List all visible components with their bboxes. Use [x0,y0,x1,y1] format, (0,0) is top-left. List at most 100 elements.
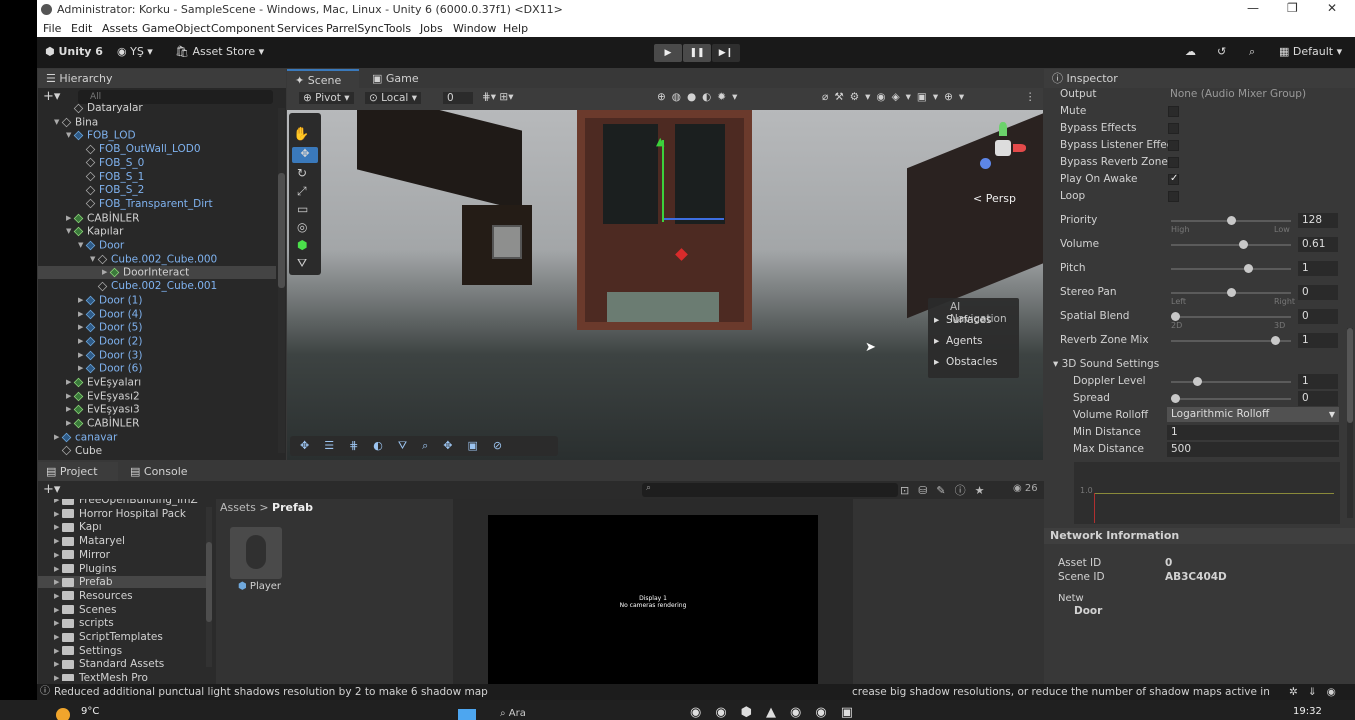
step-button[interactable]: ▶❙ [712,44,740,62]
hierarchy-row[interactable]: ▶ DoorInteract [38,266,276,280]
hierarchy-row[interactable]: ▼ FOB_LOD [38,129,276,142]
hierarchy-row[interactable]: ▶ CABİNLER [38,417,276,430]
play-button[interactable]: ▶ [654,44,682,62]
project-search-input[interactable]: ⌕ [642,483,898,497]
menu-component[interactable]: Component [211,22,275,35]
spread-slider[interactable] [1171,394,1291,403]
hierarchy-row[interactable]: ▶ canavar [38,431,276,444]
spread-field[interactable]: 0 [1298,391,1338,406]
doppler-slider-knob[interactable] [1193,377,1203,386]
slider-value-field[interactable]: 1 [1298,261,1338,276]
slider-knob[interactable] [1171,312,1180,321]
unity-version-button[interactable]: ⬢ Unity 6 [45,45,103,58]
expand-arrow-icon[interactable]: ▼ [66,225,74,238]
pause-button[interactable]: ❚❚ [683,44,711,62]
player-asset-thumbnail[interactable] [230,527,282,579]
folder-scroll-thumb[interactable] [206,542,212,622]
hand-tool-icon[interactable]: ✋ [293,127,309,142]
hierarchy-row[interactable]: ▼ Cube.002_Cube.000 [38,253,276,266]
slider-track[interactable] [1171,336,1291,345]
folder-expand-icon[interactable]: ▶ [54,523,62,531]
maximize-icon[interactable]: ❐ [1287,1,1298,15]
scene-more-icon[interactable]: ⋮ [1025,91,1036,103]
project-folder-item[interactable]: ▶ Mirror [38,549,206,561]
hierarchy-row[interactable]: ▶ Door (6) [38,362,276,375]
project-folder-item[interactable]: ▶ Resources [38,590,206,602]
tab-hierarchy[interactable]: ☰ Hierarchy [38,69,286,88]
move-gizmo-y-arrow[interactable]: ▲ [656,135,664,148]
account-button[interactable]: ◉ YŞ ▾ [117,45,153,58]
menu-edit[interactable]: Edit [71,22,92,35]
nav-tool-icon[interactable]: ⛛ [297,256,307,271]
slider-knob[interactable] [1226,216,1236,225]
menu-window[interactable]: Window [453,22,496,35]
folder-expand-icon[interactable]: ▶ [54,565,62,573]
collapse-arrow-icon[interactable]: ▶ [78,362,86,375]
persp-label[interactable]: < Persp [973,192,1016,205]
scale-tool-icon[interactable]: ⤢ [297,184,307,199]
project-add-icon[interactable]: +▾ [43,482,60,497]
slider-track[interactable] [1171,240,1291,249]
menu-file[interactable]: File [43,22,61,35]
spread-slider-knob[interactable] [1171,394,1180,403]
slider-track[interactable] [1171,312,1291,321]
collapse-arrow-icon[interactable]: ▶ [66,403,74,416]
inspector-scroll-thumb[interactable] [1347,328,1353,423]
start-icon[interactable] [458,709,476,720]
scene-draw-mode-icons[interactable]: ⊕◍●◐✹▾ [657,91,743,103]
snap-increment-field[interactable]: 0 [443,92,473,104]
gizmo-y-cone[interactable] [999,122,1007,136]
hierarchy-row[interactable]: FOB_Transparent_Dirt [38,198,276,211]
hierarchy-row[interactable]: ▶ EvEşyaları [38,376,276,389]
folder-expand-icon[interactable]: ▶ [54,606,62,614]
gizmo-x-cone[interactable] [1013,144,1026,152]
project-filter-icons[interactable]: ⊡⛁✎ⓘ★ [900,482,994,498]
player-asset-label[interactable]: ⬢ Player [238,581,281,592]
toggle-checkbox[interactable] [1168,191,1179,202]
weather-icon[interactable] [56,708,70,720]
folder-expand-icon[interactable]: ▶ [54,633,62,641]
project-folder-item[interactable]: ▶ ScriptTemplates [38,631,206,643]
tab-scene[interactable]: ✦ Scene [287,69,359,88]
folder-expand-icon[interactable]: ▶ [54,660,62,668]
menu-services[interactable]: Services [277,22,323,35]
minimize-icon[interactable]: — [1247,1,1259,15]
close-icon[interactable]: ✕ [1327,1,1337,15]
hierarchy-scrollbar[interactable] [278,108,285,453]
transform-tool-icon[interactable]: ◎ [297,220,307,234]
hierarchy-row[interactable]: FOB_S_2 [38,184,276,197]
slider-track[interactable] [1171,216,1291,225]
grid-snap-icon[interactable]: ⋕▾ ⊞▾ [482,91,513,103]
slider-knob[interactable] [1226,288,1236,297]
slider-knob[interactable] [1244,264,1254,273]
ai-nav-agents[interactable]: ▸ Agents [934,335,983,347]
slider-track[interactable] [1171,264,1291,273]
hierarchy-row[interactable]: ▶ Door (5) [38,321,276,334]
pivot-dropdown[interactable]: ⊕ Pivot ▾ [299,92,354,104]
hierarchy-row[interactable]: ▼ Bina [38,116,276,129]
folder-expand-icon[interactable]: ▶ [54,674,62,681]
folder-scrollbar[interactable] [206,507,212,667]
project-folder-item[interactable]: ▶ scripts [38,617,206,629]
breadcrumb-prefab[interactable]: Prefab [272,501,313,514]
folder-expand-icon[interactable]: ▶ [54,537,62,545]
custom-tool-icon[interactable]: ⬢ [297,238,307,252]
tab-game[interactable]: ▣ Game [364,69,424,88]
hierarchy-row[interactable]: Dataryalar [38,102,276,115]
project-folder-item[interactable]: ▶ Kapı [38,521,206,533]
project-folder-item[interactable]: ▶ Standard Assets [38,658,206,670]
menu-help[interactable]: Help [503,22,528,35]
tab-console[interactable]: ▤ Console [122,462,202,481]
max-distance-field[interactable]: 500 [1167,442,1339,457]
scene-view-options-icons[interactable]: ⌀⚒⚙▾◉◈▾▣▾⊕▾ [822,91,970,103]
folder-expand-icon[interactable]: ▶ [54,619,62,627]
hierarchy-row[interactable]: ▶ Door (3) [38,349,276,362]
hierarchy-row[interactable]: Cube.002_Cube.001 [38,280,276,293]
layout-dropdown[interactable]: ▦ Default ▾ [1279,45,1342,58]
project-folder-item[interactable]: ▶ Plugins [38,563,206,575]
slider-value-field[interactable]: 0.61 [1298,237,1338,252]
scene-view[interactable]: ▲ ✋ ✥ ↻ ⤢ ▭ ◎ ⬢ ⛛ < Persp AI Navigation … [287,110,1043,460]
taskbar-search[interactable]: ⌕ Ara [500,708,526,719]
folder-expand-icon[interactable]: ▶ [54,647,62,655]
asset-store-button[interactable]: 🛍 Asset Store ▾ [175,45,264,58]
